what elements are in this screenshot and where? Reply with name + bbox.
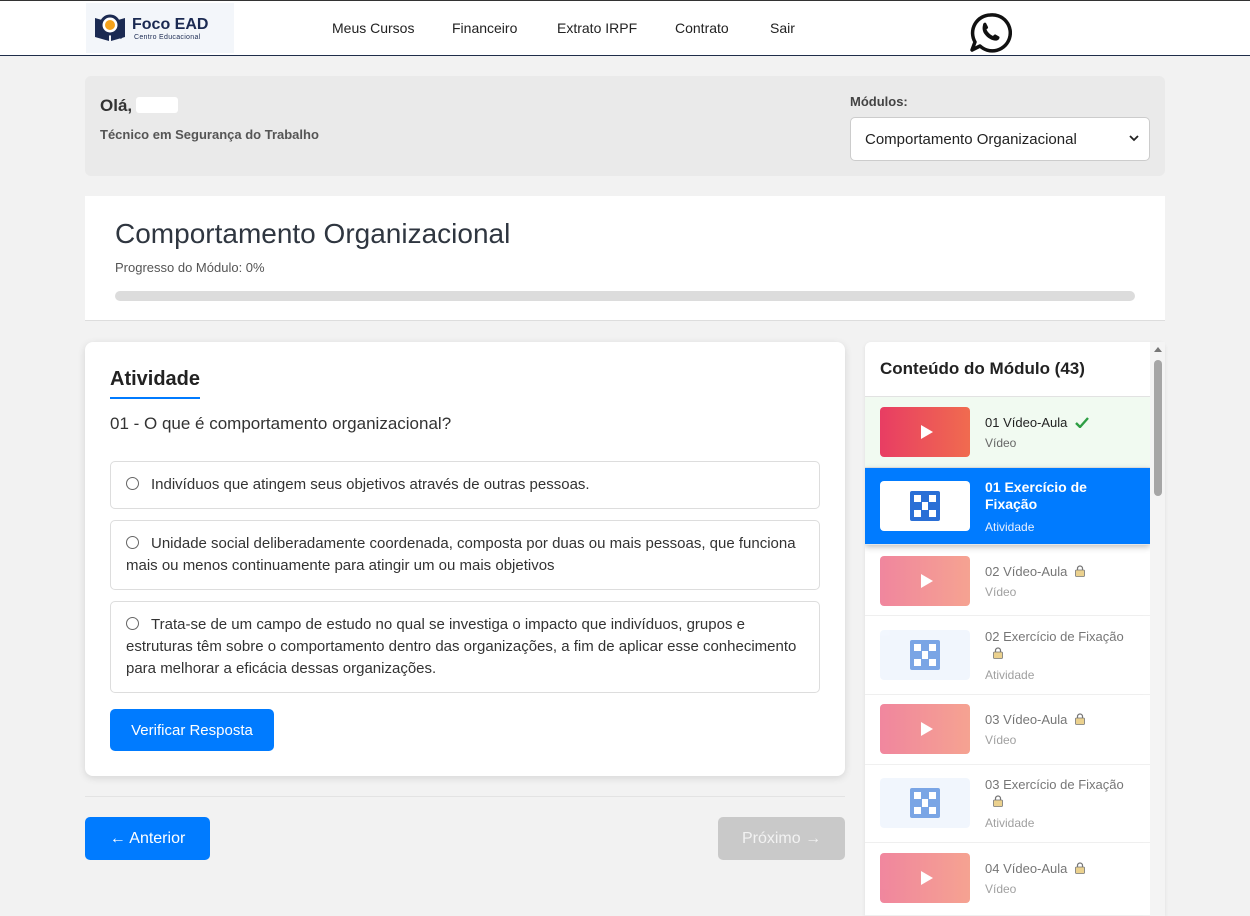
scroll-up-arrow-icon[interactable] [1154,347,1162,352]
content-item-title: 04 Vídeo-Aula [985,861,1068,876]
exercise-thumbnail [880,630,970,680]
module-title: Comportamento Organizacional [115,218,511,249]
content-item-type: Vídeo [985,436,1017,450]
module-content-sidebar: Conteúdo do Módulo (43) 01 Vídeo-Aula Ví… [865,342,1165,916]
content-item-type: Atividade [985,520,1035,534]
content-item-type: Vídeo [985,585,1017,599]
modules-label: Módulos: [850,94,908,109]
content-item-type: Atividade [985,816,1035,830]
play-icon [921,425,933,439]
video-thumbnail [880,407,970,457]
content-item-03-video[interactable]: 03 Vídeo-Aula Vídeo [865,695,1150,765]
lock-icon [1075,862,1086,874]
activity-card: Atividade 01 - O que é comportamento org… [85,342,845,776]
content-item-title: 03 Exercício de Fixação [985,777,1124,792]
greeting-text: Olá, [100,96,133,115]
content-item-01-video[interactable]: 01 Vídeo-Aula Vídeo [865,397,1150,468]
divider [85,796,845,797]
nav-meus-cursos[interactable]: Meus Cursos [332,20,414,36]
brand-subtitle: Centro Educacional [134,33,201,41]
brand-logo[interactable]: Foco EAD Centro Educacional [86,3,234,53]
content-item-title: 02 Vídeo-Aula [985,564,1068,579]
greeting-panel: Olá, Técnico em Segurança do Trabalho Mó… [85,76,1165,176]
brand-title: Foco EAD [132,15,209,33]
answer-option-text: Indivíduos que atingem seus objetivos at… [151,476,590,493]
content-item-04-video[interactable]: 04 Vídeo-Aula Vídeo [865,843,1150,916]
video-thumbnail [880,853,970,903]
module-select[interactable]: Comportamento Organizacional [850,117,1150,161]
answer-option-text: Unidade social deliberadamente coordenad… [126,535,796,574]
content-item-title: 03 Vídeo-Aula [985,712,1068,727]
exercise-thumbnail [880,481,970,531]
radio-button[interactable] [126,617,139,630]
nav-contrato[interactable]: Contrato [675,20,729,36]
question-text: 01 - O que é comportamento organizaciona… [110,414,452,433]
whatsapp-icon[interactable] [968,11,1013,55]
video-thumbnail [880,704,970,754]
content-item-01-exercise[interactable]: 01 Exercício de Fixação Atividade [865,468,1150,545]
scrollbar-thumb[interactable] [1154,360,1162,496]
sidebar-scrollbar[interactable] [1150,342,1165,916]
content-item-02-video[interactable]: 02 Vídeo-Aula Vídeo [865,546,1150,616]
check-icon [1075,417,1090,428]
sidebar-title: Conteúdo do Módulo (43) [880,359,1085,378]
module-progress-bar [115,291,1135,301]
activity-heading: Atividade [110,368,201,399]
module-progress-text: Progresso do Módulo: 0% [115,260,265,275]
radio-button[interactable] [126,536,139,549]
nav-extrato-irpf[interactable]: Extrato IRPF [557,20,637,36]
lock-icon [1075,713,1086,725]
play-icon [921,574,933,588]
content-item-02-exercise[interactable]: 02 Exercício de Fixação Atividade [865,617,1150,695]
chevron-down-icon [1129,135,1139,142]
lock-icon [1075,565,1086,577]
play-icon [921,722,933,736]
content-item-03-exercise[interactable]: 03 Exercício de Fixação Atividade [865,765,1150,843]
video-thumbnail [880,556,970,606]
top-navbar: Foco EAD Centro Educacional Meus Cursos … [0,0,1250,56]
logo-emblem-icon [92,10,128,46]
module-select-value: Comportamento Organizacional [865,130,1077,148]
exercise-thumbnail [880,778,970,828]
exercise-icon [910,491,940,521]
next-button[interactable]: Próximo → [718,817,845,860]
student-name-redacted [136,97,179,113]
nav-sair[interactable]: Sair [770,20,795,36]
content-item-type: Vídeo [985,882,1017,896]
content-item-title: 01 Exercício de Fixação [985,479,1087,512]
content-item-type: Atividade [985,668,1035,682]
lock-icon [993,795,1003,807]
content-item-type: Vídeo [985,733,1017,747]
play-icon [921,871,933,885]
course-name: Técnico em Segurança do Trabalho [100,127,319,142]
previous-button[interactable]: ← Anterior [85,817,210,860]
answer-option-text: Trata-se de um campo de estudo no qual s… [126,616,797,677]
answer-option-1[interactable]: Indivíduos que atingem seus objetivos at… [110,461,820,509]
exercise-icon [910,640,940,670]
radio-button[interactable] [126,477,139,490]
answer-option-2[interactable]: Unidade social deliberadamente coordenad… [110,520,820,590]
content-item-title: 01 Vídeo-Aula [985,415,1068,430]
lock-icon [993,647,1003,659]
answer-option-3[interactable]: Trata-se de um campo de estudo no qual s… [110,601,820,693]
module-header: Comportamento Organizacional Progresso d… [85,196,1165,321]
exercise-icon [910,788,940,818]
content-item-title: 02 Exercício de Fixação [985,629,1124,644]
nav-financeiro[interactable]: Financeiro [452,20,517,36]
verify-answer-button[interactable]: Verificar Resposta [110,709,274,751]
